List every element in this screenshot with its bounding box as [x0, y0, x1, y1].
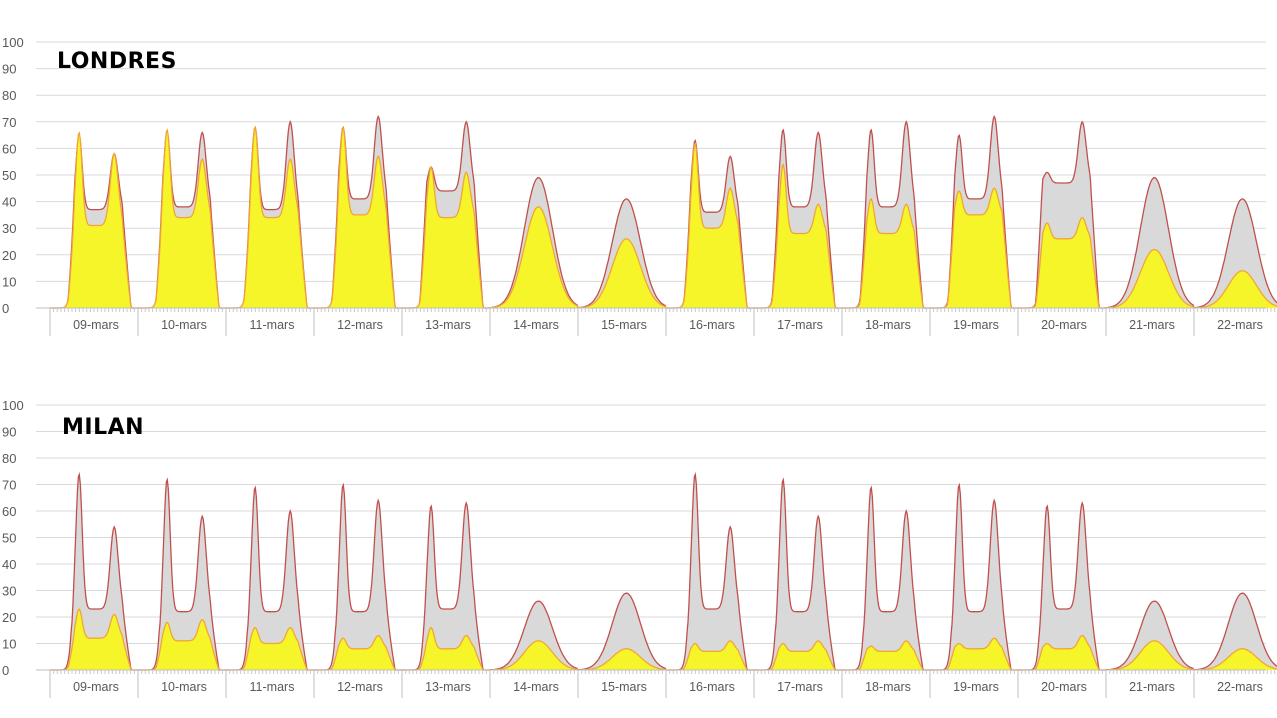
y-tick-label: 0: [2, 301, 9, 316]
x-tick-label: 19-mars: [953, 680, 999, 694]
y-tick-label: 10: [2, 274, 16, 289]
x-tick-label: 10-mars: [161, 680, 207, 694]
x-tick-label: 13-mars: [425, 680, 471, 694]
x-tick-label: 14-mars: [513, 318, 559, 332]
y-tick-label: 90: [2, 62, 16, 77]
y-tick-label: 0: [2, 663, 9, 678]
x-tick-label: 21-mars: [1129, 318, 1175, 332]
chart-title: MILAN: [62, 415, 144, 440]
x-tick-label: 22-mars: [1217, 318, 1263, 332]
x-tick-label: 12-mars: [337, 680, 383, 694]
x-tick-label: 20-mars: [1041, 318, 1087, 332]
chart-panel-milan: 0 10 20 30 40 50 60 70 80 90 100 09-mars 10-mars 11-m…: [0, 362, 1277, 718]
x-tick-label: 11-mars: [250, 318, 295, 332]
x-tick-label: 14-mars: [513, 680, 559, 694]
y-tick-label: 80: [2, 451, 16, 466]
usual-series-area: [50, 474, 1277, 670]
x-tick-label: 16-mars: [689, 680, 735, 694]
x-tick-label: 18-mars: [865, 680, 911, 694]
y-tick-label: 40: [2, 557, 16, 572]
x-tick-label: 20-mars: [1041, 680, 1087, 694]
y-tick-label: 60: [2, 141, 16, 156]
y-tick-label: 20: [2, 248, 16, 263]
y-tick-label: 100: [2, 398, 24, 413]
x-tick-label: 12-mars: [337, 318, 383, 332]
y-tick-label: 20: [2, 610, 16, 625]
chart-londres: 0 10 20 30 40 50 60 70 80 90 100 09-mars 10-mars 11-m…: [2, 35, 1277, 336]
y-tick-label: 10: [2, 637, 16, 652]
chart-panel-londres: 0 10 20 30 40 50 60 70 80 90 100 09-mars 10-mars 11-m…: [0, 0, 1277, 345]
x-tick-label: 15-mars: [601, 680, 647, 694]
x-tick-label: 15-mars: [601, 318, 647, 332]
x-tick-label: 18-mars: [865, 318, 911, 332]
x-tick-label: 11-mars: [250, 680, 295, 694]
chart-title: LONDRES: [57, 49, 177, 74]
x-tick-label: 10-mars: [161, 318, 207, 332]
y-tick-label: 70: [2, 115, 16, 130]
y-tick-label: 50: [2, 531, 16, 546]
y-tick-label: 40: [2, 195, 16, 210]
y-tick-label: 80: [2, 88, 16, 103]
x-tick-label: 17-mars: [777, 680, 823, 694]
y-tick-label: 30: [2, 221, 16, 236]
x-tick-label: 09-mars: [73, 680, 119, 694]
y-tick-label: 60: [2, 504, 16, 519]
x-tick-label: 13-mars: [425, 318, 471, 332]
x-tick-label: 16-mars: [689, 318, 735, 332]
x-tick-label: 21-mars: [1129, 680, 1175, 694]
y-tick-label: 70: [2, 478, 16, 493]
x-tick-label: 17-mars: [777, 318, 823, 332]
x-tick-label: 19-mars: [953, 318, 999, 332]
y-tick-label: 100: [2, 35, 24, 50]
y-tick-label: 90: [2, 425, 16, 440]
x-tick-label: 22-mars: [1217, 680, 1263, 694]
y-tick-label: 30: [2, 584, 16, 599]
x-tick-label: 09-mars: [73, 318, 119, 332]
y-tick-label: 50: [2, 168, 16, 183]
chart-milan: 0 10 20 30 40 50 60 70 80 90 100 09-mars 10-mars 11-m…: [2, 398, 1277, 698]
